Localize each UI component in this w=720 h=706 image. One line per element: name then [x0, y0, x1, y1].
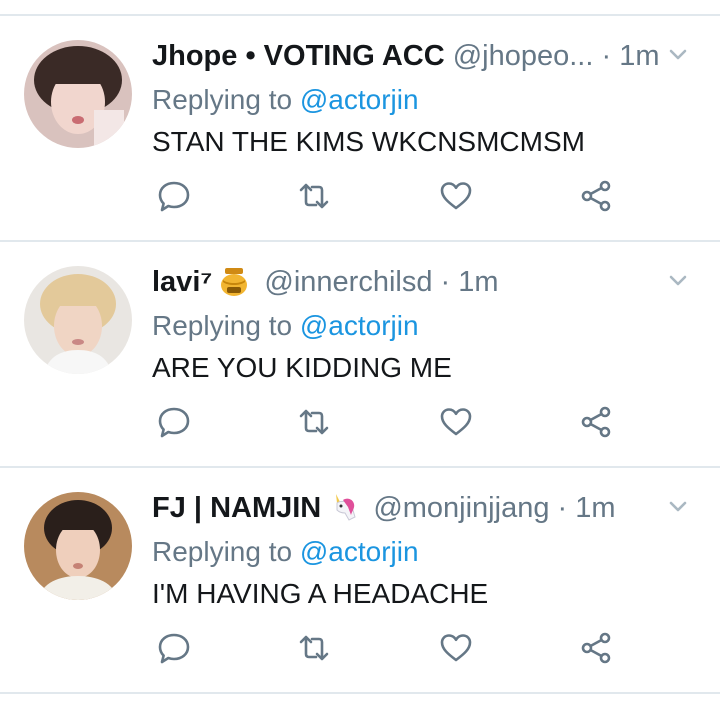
- honey-pot-emoji: [218, 265, 250, 308]
- tweet-text: I'M HAVING A HEADACHE: [152, 578, 489, 609]
- reply-icon[interactable]: [156, 630, 192, 666]
- tweet-actions: [152, 630, 700, 666]
- tweet-text: STAN THE KIMS WKCNSMCMSM: [152, 126, 585, 157]
- replying-to: Replying to @actorjin: [152, 80, 419, 120]
- tweet[interactable]: lavi⁷ @innerchilsd · 1m Replying to @act…: [0, 242, 720, 466]
- chevron-down-icon[interactable]: [666, 268, 690, 297]
- reply-icon[interactable]: [156, 178, 192, 214]
- retweet-icon[interactable]: [296, 630, 332, 666]
- mention-link[interactable]: @actorjin: [300, 536, 419, 567]
- share-icon[interactable]: [578, 630, 614, 666]
- user-handle[interactable]: @monjinjjang: [373, 492, 549, 524]
- tweet-header: FJ | NAMJIN @monjinjjang · 1m: [152, 488, 700, 528]
- chevron-down-icon[interactable]: [666, 494, 690, 523]
- mention-link[interactable]: @actorjin: [300, 84, 419, 115]
- display-name[interactable]: FJ | NAMJIN: [152, 492, 321, 524]
- separator-dot: ·: [557, 492, 568, 524]
- tweet-header: Jhope • VOTING ACC @jhopeo... · 1m: [152, 36, 700, 76]
- timestamp[interactable]: 1m: [458, 266, 498, 298]
- unicorn-emoji: [327, 491, 359, 534]
- user-handle[interactable]: @innerchilsd: [264, 266, 432, 298]
- reply-icon[interactable]: [156, 404, 192, 440]
- avatar[interactable]: [24, 40, 132, 148]
- chevron-down-icon[interactable]: [666, 42, 690, 71]
- replying-to-label: Replying to: [152, 536, 300, 567]
- timestamp[interactable]: 1m: [575, 492, 615, 524]
- tweet[interactable]: FJ | NAMJIN @monjinjjang · 1m Replying t…: [0, 468, 720, 692]
- replying-to-label: Replying to: [152, 84, 300, 115]
- tweet-actions: [152, 404, 700, 440]
- replying-to: Replying to @actorjin: [152, 306, 419, 346]
- retweet-icon[interactable]: [296, 178, 332, 214]
- replying-to: Replying to @actorjin: [152, 532, 419, 572]
- tweet[interactable]: Jhope • VOTING ACC @jhopeo... · 1m Reply…: [0, 16, 720, 240]
- display-name[interactable]: Jhope • VOTING ACC: [152, 40, 445, 72]
- avatar[interactable]: [24, 266, 132, 374]
- separator-dot: ·: [601, 40, 612, 72]
- share-icon[interactable]: [578, 404, 614, 440]
- divider: [0, 692, 720, 694]
- mention-link[interactable]: @actorjin: [300, 310, 419, 341]
- timestamp[interactable]: 1m: [619, 40, 659, 72]
- replying-to-label: Replying to: [152, 310, 300, 341]
- share-icon[interactable]: [578, 178, 614, 214]
- retweet-icon[interactable]: [296, 404, 332, 440]
- tweet-actions: [152, 178, 700, 214]
- avatar[interactable]: [24, 492, 132, 600]
- display-name[interactable]: lavi⁷: [152, 266, 212, 298]
- like-icon[interactable]: [438, 178, 474, 214]
- user-handle[interactable]: @jhopeo...: [453, 40, 594, 72]
- like-icon[interactable]: [438, 630, 474, 666]
- tweet-header: lavi⁷ @innerchilsd · 1m: [152, 262, 700, 302]
- tweet-feed: Jhope • VOTING ACC @jhopeo... · 1m Reply…: [0, 0, 720, 706]
- like-icon[interactable]: [438, 404, 474, 440]
- tweet-text: ARE YOU KIDDING ME: [152, 352, 452, 383]
- separator-dot: ·: [440, 266, 451, 298]
